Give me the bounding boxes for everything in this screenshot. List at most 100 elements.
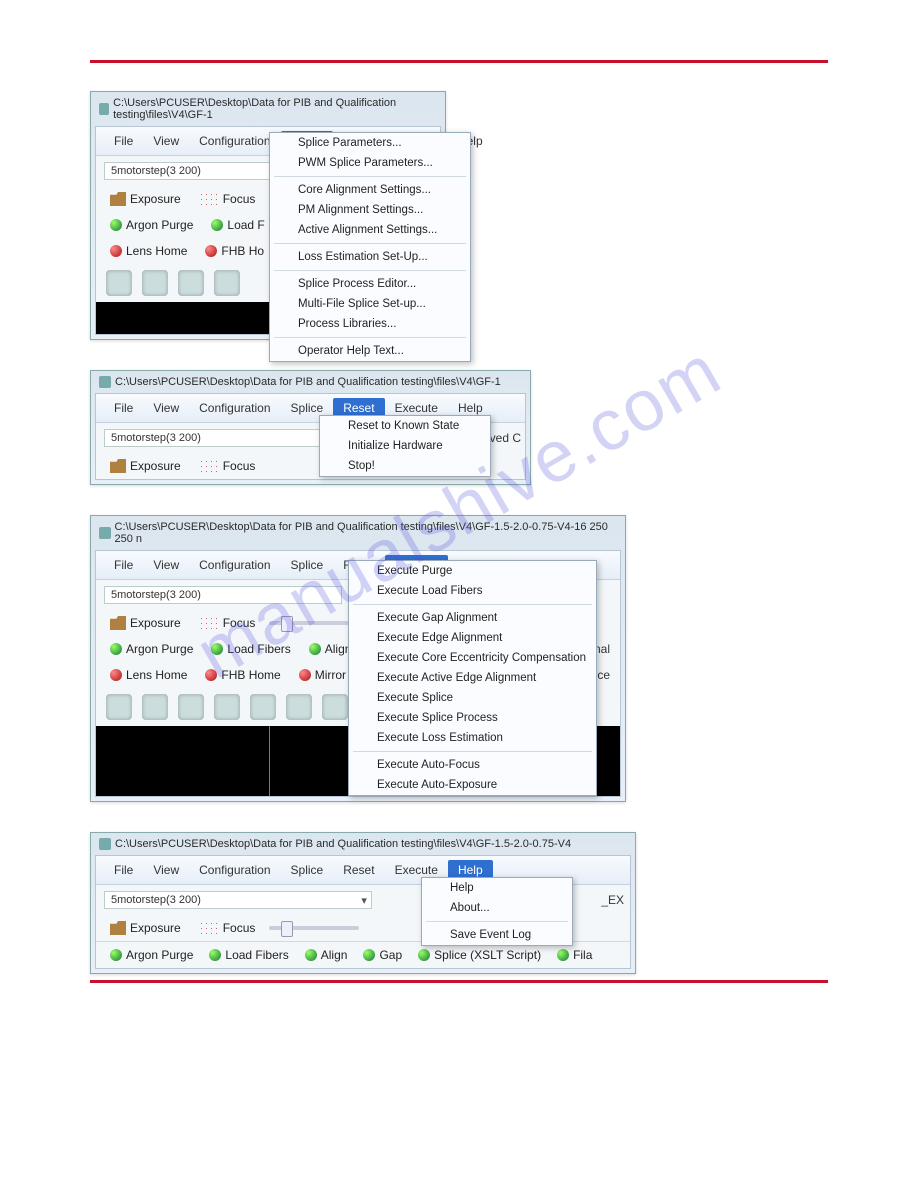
- menu-configuration[interactable]: Configuration: [189, 860, 280, 880]
- menu-item[interactable]: Multi-File Splice Set-up...: [270, 294, 470, 314]
- process-combo[interactable]: 5motorstep(3 200): [104, 586, 342, 604]
- status-dot-icon: [110, 669, 122, 681]
- menu-item[interactable]: Execute Loss Estimation: [349, 728, 596, 748]
- app-icon: [99, 838, 111, 850]
- menu-item[interactable]: Execute Gap Alignment: [349, 608, 596, 628]
- menu-item[interactable]: Help: [422, 878, 572, 898]
- menu-splice[interactable]: Splice: [281, 860, 334, 880]
- focus-icon: [199, 921, 219, 935]
- tool-icon[interactable]: [286, 694, 312, 720]
- camera-icon: [110, 192, 126, 206]
- splice-script-button[interactable]: Splice (XSLT Script): [414, 946, 545, 964]
- menu-item[interactable]: Execute Purge: [349, 561, 596, 581]
- menu-item[interactable]: Splice Parameters...: [270, 133, 470, 153]
- tool-icon[interactable]: [178, 270, 204, 296]
- menu-configuration[interactable]: Configuration: [189, 398, 280, 418]
- lens-home-button[interactable]: Lens Home: [106, 666, 191, 684]
- menu-item[interactable]: Execute Auto-Exposure: [349, 775, 596, 795]
- gap-button[interactable]: Gap: [359, 946, 406, 964]
- load-fibers-button[interactable]: Load Fibers: [205, 946, 292, 964]
- menu-item[interactable]: Core Alignment Settings...: [270, 180, 470, 200]
- menu-view[interactable]: View: [143, 555, 189, 575]
- status-dot-icon: [309, 643, 321, 655]
- focus-button[interactable]: Focus: [195, 457, 260, 475]
- focus-button[interactable]: Focus: [195, 919, 260, 937]
- tool-icon[interactable]: [142, 270, 168, 296]
- menu-view[interactable]: View: [143, 860, 189, 880]
- menu-file[interactable]: File: [104, 860, 143, 880]
- align-button[interactable]: Align: [301, 946, 352, 964]
- menu-item[interactable]: Process Libraries...: [270, 314, 470, 334]
- tool-icon[interactable]: [106, 270, 132, 296]
- menu-item[interactable]: Execute Load Fibers: [349, 581, 596, 601]
- status-dot-icon: [110, 643, 122, 655]
- tool-icon[interactable]: [214, 694, 240, 720]
- focus-button[interactable]: Focus: [195, 190, 260, 208]
- menu-item[interactable]: Initialize Hardware: [320, 436, 490, 456]
- menu-view[interactable]: View: [143, 398, 189, 418]
- menu-item[interactable]: Active Alignment Settings...: [270, 220, 470, 240]
- menu-item[interactable]: Loss Estimation Set-Up...: [270, 247, 470, 267]
- menu-file[interactable]: File: [104, 131, 143, 151]
- tool-icon[interactable]: [106, 694, 132, 720]
- menu-item[interactable]: Execute Core Eccentricity Compensation: [349, 648, 596, 668]
- tool-icon[interactable]: [250, 694, 276, 720]
- menu-item[interactable]: Execute Auto-Focus: [349, 755, 596, 775]
- window-title: C:\Users\PCUSER\Desktop\Data for PIB and…: [115, 376, 501, 388]
- exposure-button[interactable]: Exposure: [106, 457, 185, 475]
- menu-item[interactable]: Splice Process Editor...: [270, 274, 470, 294]
- menu-item[interactable]: Execute Edge Alignment: [349, 628, 596, 648]
- help-dropdown: Help About... Save Event Log: [421, 877, 573, 946]
- menu-item[interactable]: Reset to Known State: [320, 416, 490, 436]
- menu-item[interactable]: Execute Splice Process: [349, 708, 596, 728]
- exposure-button[interactable]: Exposure: [106, 614, 185, 632]
- menu-file[interactable]: File: [104, 555, 143, 575]
- cut-text: _EX: [601, 893, 624, 907]
- screenshot-execute: C:\Users\PCUSER\Desktop\Data for PIB and…: [90, 515, 626, 802]
- process-combo[interactable]: 5motorstep(3 200): [104, 429, 342, 447]
- splice-dropdown: Splice Parameters... PWM Splice Paramete…: [269, 132, 471, 362]
- menu-item[interactable]: PM Alignment Settings...: [270, 200, 470, 220]
- process-combo[interactable]: 5motorstep(3 200): [104, 891, 372, 909]
- camera-icon: [110, 921, 126, 935]
- menu-item[interactable]: Operator Help Text...: [270, 341, 470, 361]
- menu-item[interactable]: PWM Splice Parameters...: [270, 153, 470, 173]
- tool-icon[interactable]: [178, 694, 204, 720]
- tool-icon[interactable]: [214, 270, 240, 296]
- load-fibers-button[interactable]: Load Fibers: [207, 640, 294, 658]
- menu-configuration[interactable]: Configuration: [189, 131, 280, 151]
- menu-reset[interactable]: Reset: [333, 860, 384, 880]
- menu-item[interactable]: Execute Active Edge Alignment: [349, 668, 596, 688]
- exposure-button[interactable]: Exposure: [106, 190, 185, 208]
- menu-file[interactable]: File: [104, 398, 143, 418]
- focus-slider[interactable]: [269, 621, 359, 625]
- argon-purge-button[interactable]: Argon Purge: [106, 640, 197, 658]
- menu-configuration[interactable]: Configuration: [189, 555, 280, 575]
- menu-item[interactable]: Save Event Log: [422, 925, 572, 945]
- exposure-button[interactable]: Exposure: [106, 919, 185, 937]
- menu-splice[interactable]: Splice: [281, 555, 334, 575]
- focus-button[interactable]: Focus: [195, 614, 260, 632]
- menu-item[interactable]: Execute Splice: [349, 688, 596, 708]
- argon-purge-button[interactable]: Argon Purge: [106, 216, 197, 234]
- fila-button[interactable]: Fila: [553, 946, 596, 964]
- tool-icon[interactable]: [142, 694, 168, 720]
- app-icon: [99, 527, 111, 539]
- window-title: C:\Users\PCUSER\Desktop\Data for PIB and…: [113, 97, 437, 121]
- menu-view[interactable]: View: [143, 131, 189, 151]
- screenshot-help: C:\Users\PCUSER\Desktop\Data for PIB and…: [90, 832, 636, 974]
- status-dot-icon: [418, 949, 430, 961]
- load-fibers-button[interactable]: Load F: [207, 216, 268, 234]
- status-dot-icon: [211, 643, 223, 655]
- execute-dropdown: Execute Purge Execute Load Fibers Execut…: [348, 560, 597, 796]
- lens-home-button[interactable]: Lens Home: [106, 242, 191, 260]
- menu-item[interactable]: Stop!: [320, 456, 490, 476]
- status-dot-icon: [205, 669, 217, 681]
- status-dot-icon: [211, 219, 223, 231]
- fhb-home-button[interactable]: FHB Home: [201, 666, 284, 684]
- focus-slider[interactable]: [269, 926, 359, 930]
- argon-purge-button[interactable]: Argon Purge: [106, 946, 197, 964]
- fhb-home-button[interactable]: FHB Ho: [201, 242, 268, 260]
- tool-icon[interactable]: [322, 694, 348, 720]
- menu-item[interactable]: About...: [422, 898, 572, 918]
